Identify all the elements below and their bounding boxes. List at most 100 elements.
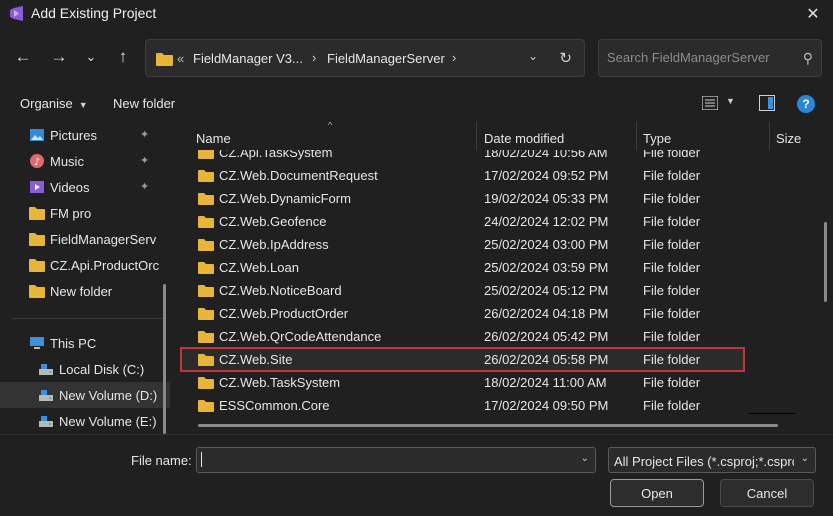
breadcrumb-separator-icon[interactable]: › [452, 50, 456, 65]
file-row[interactable]: ESSCommon.Core 17/02/2024 09:50 PM File fo… [178, 394, 798, 417]
file-date-modified: 26/02/2024 04:18 PM [484, 306, 609, 321]
chevron-down-icon[interactable]: ⌄ [581, 453, 589, 464]
file-row[interactable]: CZ.Web.ProductOrder 26/02/2024 04:18 PM Fi… [178, 302, 798, 325]
search-icon: ⚲ [802, 50, 813, 66]
file-name: CZ.Web.QrCodeAttendance [219, 329, 382, 344]
file-row[interactable]: CZ.Web.DynamicForm 19/02/2024 05:33 PM Fil… [178, 187, 798, 210]
search-box[interactable]: ⚲ [598, 39, 822, 77]
back-arrow-icon: ← [14, 47, 32, 66]
search-input[interactable] [607, 50, 787, 65]
column-header-name[interactable]: Name [196, 131, 231, 146]
file-row[interactable]: CZ.Web.NoticeBoard 25/02/2024 05:12 PM Fil… [178, 279, 798, 302]
file-name: CZ.Web.DynamicForm [219, 191, 351, 206]
pin-icon: ✦ [140, 129, 150, 141]
file-date-modified: 19/02/2024 05:33 PM [484, 191, 609, 206]
file-date-modified: 24/02/2024 12:02 PM [484, 214, 609, 229]
file-name: CZ.Web.Geofence [219, 214, 327, 229]
column-headers: ^ Name Date modified Type Size [178, 122, 833, 150]
sidebar-item-label: FM pro [50, 206, 92, 221]
vertical-scrollbar[interactable] [824, 222, 827, 302]
pin-icon: ✦ [140, 155, 150, 167]
recent-locations-button[interactable]: ⌄ [78, 44, 104, 70]
sidebar-item-this-pc[interactable]: This PC [0, 330, 170, 356]
address-bar[interactable]: « FieldManager V3... › FieldManagerServe… [145, 39, 585, 77]
file-type: File folder [643, 306, 701, 321]
file-row[interactable]: CZ.Web.DocumentRequest 17/02/2024 09:52 P… [178, 164, 798, 187]
column-header-date-modified[interactable]: Date modified [484, 131, 564, 146]
sidebar-item-videos[interactable]: Videos ✦ [0, 174, 170, 200]
file-type: File folder [643, 214, 701, 229]
column-divider[interactable] [769, 122, 770, 150]
file-row[interactable]: CZ.Web.QrCodeAttendance 26/02/2024 05:42 … [178, 325, 798, 348]
sidebar-item-cz-api-productorder[interactable]: CZ.Api.ProductOrc [0, 252, 170, 278]
folder-icon [198, 285, 214, 297]
column-divider[interactable] [636, 122, 637, 150]
file-row[interactable]: CZ.Web.Geofence 24/02/2024 12:02 PM File f… [178, 210, 798, 233]
sidebar-item-pictures[interactable]: Pictures ✦ [0, 122, 170, 148]
file-name-combobox[interactable]: ⌄ [196, 447, 596, 473]
sidebar-item-fm-pro[interactable]: FM pro [0, 200, 170, 226]
music-icon: ♪ [30, 154, 44, 168]
column-header-size[interactable]: Size [776, 131, 801, 146]
sidebar-item-new-folder[interactable]: New folder [0, 278, 170, 304]
file-name: ESSCommon.Core [219, 398, 330, 413]
back-button[interactable]: ← [10, 44, 36, 70]
file-name-input[interactable] [201, 452, 571, 467]
close-button[interactable]: ✕ [793, 0, 833, 28]
file-list: ^ Name Date modified Type Size CZ.Api.Ta… [178, 122, 833, 434]
close-icon: ✕ [806, 6, 820, 23]
sidebar-item-fieldmanagerserver[interactable]: FieldManagerServ [0, 226, 170, 252]
file-name: CZ.Web.ProductOrder [219, 306, 349, 321]
file-type: File folder [643, 283, 701, 298]
breadcrumb-overflow[interactable]: « [177, 51, 184, 66]
preview-pane-icon[interactable] [759, 95, 775, 111]
sidebar-item-local-disk-c[interactable]: Local Disk (C:) [0, 356, 170, 382]
breadcrumb-item[interactable]: FieldManager V3... [193, 51, 303, 66]
column-header-type[interactable]: Type [643, 131, 671, 146]
file-type-filter-select[interactable]: All Project Files (*.csproj;*.csprc ⌄ [608, 447, 816, 473]
up-button[interactable]: ↑ [110, 44, 136, 70]
file-date-modified: 26/02/2024 05:42 PM [484, 329, 609, 344]
folder-icon [198, 331, 214, 343]
sidebar-item-label: Videos [50, 180, 90, 195]
sidebar-item-new-volume-e[interactable]: New Volume (E:) [0, 408, 170, 434]
divider [748, 413, 796, 414]
command-bar: Organise ▼ New folder ▼ ? [0, 88, 833, 120]
videos-icon [30, 181, 44, 193]
pin-icon: ✦ [140, 181, 150, 193]
breadcrumb-separator-icon[interactable]: › [312, 50, 316, 65]
drive-icon [39, 416, 53, 427]
sidebar-scrollbar[interactable] [163, 284, 166, 434]
file-row[interactable]: CZ.Api.TaskSystem 18/02/2024 10:56 AM File… [178, 150, 798, 164]
drive-icon [39, 364, 53, 375]
new-folder-button[interactable]: New folder [113, 96, 175, 111]
organise-label: Organise [20, 96, 73, 111]
view-options-icon[interactable] [702, 96, 718, 110]
folder-icon [198, 150, 214, 159]
address-dropdown-icon[interactable]: ⌄ [528, 49, 538, 63]
sidebar-item-new-volume-d[interactable]: New Volume (D:) [0, 382, 170, 408]
refresh-icon[interactable]: ↻ [559, 49, 572, 67]
column-divider[interactable] [476, 122, 477, 150]
sort-ascending-icon: ^ [328, 122, 333, 130]
chevron-down-icon[interactable]: ⌄ [797, 453, 809, 464]
file-row[interactable]: CZ.Web.TaskSystem 18/02/2024 11:00 AM File… [178, 371, 798, 394]
sidebar-item-label: Pictures [50, 128, 97, 143]
breadcrumb-item[interactable]: FieldManagerServer [327, 51, 445, 66]
file-row[interactable]: CZ.Web.Site 26/02/2024 05:58 PM File folde… [180, 347, 745, 372]
caret-down-icon: ▼ [78, 100, 88, 110]
organise-button[interactable]: Organise ▼ [20, 96, 88, 111]
caret-down-icon[interactable]: ▼ [726, 96, 735, 106]
horizontal-scrollbar[interactable] [198, 424, 778, 427]
file-row[interactable]: CZ.Web.IpAddress 25/02/2024 03:00 PM File … [178, 233, 798, 256]
folder-icon [198, 216, 214, 228]
sidebar-item-music[interactable]: ♪ Music ✦ [0, 148, 170, 174]
navigation-pane: Pictures ✦ ♪ Music ✦ Videos ✦ FM pro Fie… [0, 122, 170, 434]
help-icon[interactable]: ? [797, 95, 815, 113]
cancel-button[interactable]: Cancel [720, 479, 814, 507]
open-button[interactable]: Open [610, 479, 704, 507]
new-folder-label: New folder [113, 96, 176, 111]
forward-button[interactable]: → [46, 44, 72, 70]
file-row[interactable]: CZ.Web.Loan 25/02/2024 03:59 PM File folde… [178, 256, 798, 279]
folder-icon [198, 193, 214, 205]
